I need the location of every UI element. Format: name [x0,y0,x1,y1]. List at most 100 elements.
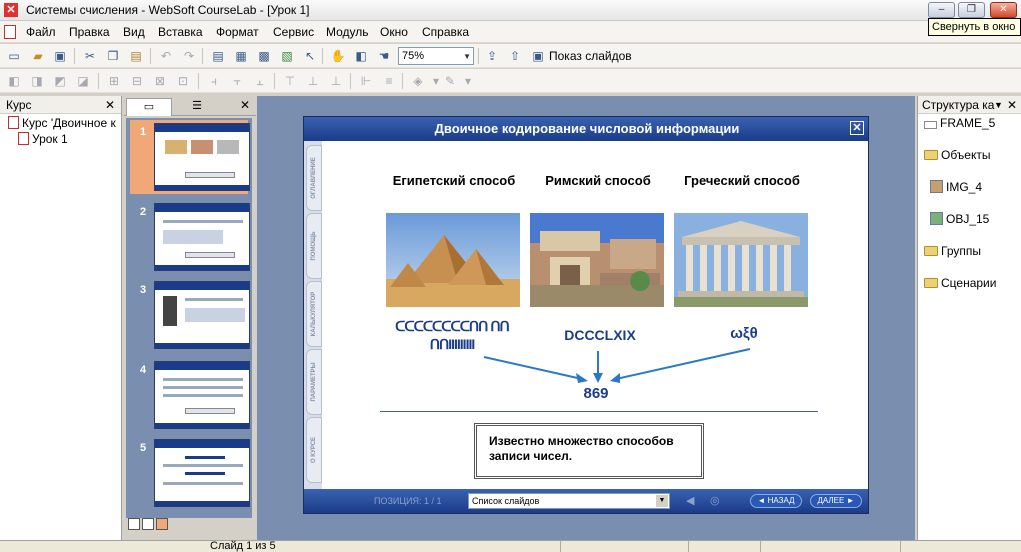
same-height-icon[interactable]: ⊡ [175,73,191,89]
close-button[interactable]: ✕ [990,2,1017,18]
close-icon[interactable]: ✕ [1007,96,1017,114]
export-icon[interactable]: ⇪ [484,48,500,64]
chevron-down-icon: ▼ [463,52,471,61]
group-icon[interactable]: ⊥ [328,73,344,89]
picture-icon[interactable]: ▩ [256,48,272,64]
snap-right-icon[interactable]: ⫠ [252,73,268,89]
slide-list-select[interactable]: Список слайдов ▼ [468,493,670,509]
course-panel-header: Курс ✕ [0,96,121,114]
menu-insert[interactable]: Вставка [158,25,203,39]
new-icon[interactable]: ▭ [6,48,22,64]
align-top-icon[interactable]: ◪ [75,73,91,89]
view-slides-icon[interactable] [156,518,168,530]
object-icon [930,212,943,225]
window-title: Системы счисления - WebSoft CourseLab - … [26,3,310,17]
structure-item[interactable]: OBJ_15 [930,212,989,226]
view-normal-icon[interactable] [128,518,140,530]
slideshow-icon[interactable]: ▣ [530,48,546,64]
sound-icon[interactable]: ◀ [686,494,694,507]
menu-window[interactable]: Окно [380,25,408,39]
back-button[interactable]: ◄ НАЗАД [750,494,802,508]
structure-panel-title: Структура ка [922,98,995,112]
tree-item-lesson[interactable]: Урок 1 [18,132,68,146]
space-v-icon[interactable]: ≡ [381,73,397,89]
next-button[interactable]: ДАЛЕЕ ► [810,494,862,508]
paste-icon[interactable]: ▤ [128,48,144,64]
cut-icon[interactable]: ✂ [82,48,98,64]
save-icon[interactable]: ▣ [52,48,68,64]
structure-item[interactable]: Сценарии [924,276,996,290]
structure-item[interactable]: Объекты [924,148,991,162]
send-back-icon[interactable]: ⊥ [305,73,321,89]
close-icon[interactable]: ✕ [105,96,115,114]
structure-item[interactable]: Группы [924,244,981,258]
restore-button[interactable]: ❐ [958,2,985,18]
chevron-down-icon[interactable]: ▾ [460,73,476,89]
chevron-down-icon[interactable]: ▼ [994,96,1003,114]
app-icon: ✕ [4,3,18,17]
menu-module[interactable]: Модуль [326,25,369,39]
bring-front-icon[interactable]: ⊤ [282,73,298,89]
slide-thumb-item[interactable]: 4 [130,358,250,432]
zoom-value: 75% [402,50,425,62]
slide-position: ПОЗИЦИЯ: 1 / 1 [374,496,442,506]
audio-wave-icon[interactable]: ◎ [710,494,720,507]
image-icon[interactable]: ▦ [233,48,249,64]
slide-thumbnail [154,203,250,271]
snap-center-icon[interactable]: ⫟ [229,73,245,89]
structure-item[interactable]: IMG_4 [930,180,982,194]
text-box-icon[interactable]: ▤ [210,48,226,64]
slide-thumb-item[interactable]: 5 [130,436,250,510]
slide-thumb-item[interactable]: 2 [130,200,250,274]
slide-editor: Двоичное кодирование числовой информации… [257,96,915,540]
show-slides-button[interactable]: Показ слайдов [549,49,632,63]
slide-thumb-item[interactable]: 3 [130,278,250,352]
zoom-select[interactable]: 75% ▼ [398,47,474,65]
copy-icon[interactable]: ❐ [105,48,121,64]
open-icon[interactable]: ▰ [30,48,46,64]
distribute-v-icon[interactable]: ⊟ [129,73,145,89]
distribute-h-icon[interactable]: ⊞ [106,73,122,89]
same-width-icon[interactable]: ⊠ [152,73,168,89]
line-color-icon[interactable]: ✎ [442,73,458,89]
space-h-icon[interactable]: ⊩ [358,73,374,89]
folder-icon [924,150,938,160]
menu-view[interactable]: Вид [123,25,145,39]
slide-canvas[interactable]: Двоичное кодирование числовой информации… [303,116,869,514]
menu-file[interactable]: Файл [26,25,56,39]
slide-list: 1 2 3 4 5 [126,118,252,518]
document-icon[interactable] [4,25,16,39]
lesson-icon [18,132,29,145]
align-right-icon[interactable]: ◩ [52,73,68,89]
action-icon[interactable]: ✋ [330,48,346,64]
menu-format[interactable]: Формат [216,25,259,39]
structure-panel-header: Структура ка ▼ ✕ [918,96,1021,114]
restore-tooltip: Свернуть в окно [928,18,1021,36]
view-sorter-icon[interactable] [142,518,154,530]
menu-tools[interactable]: Сервис [273,25,314,39]
snap-left-icon[interactable]: ⫞ [206,73,222,89]
flash-icon[interactable]: ▧ [279,48,295,64]
tab-slides[interactable]: ▭ [126,98,172,116]
hand-icon[interactable]: ☚ [376,48,392,64]
tab-outline[interactable]: ☰ [174,98,220,116]
minimize-button[interactable]: – [928,2,955,18]
pointer-icon[interactable]: ↖ [302,48,318,64]
slide-thumbnail [154,361,250,429]
structure-item[interactable]: FRAME_5 [924,116,995,130]
alignment-toolbar: ◧ ◨ ◩ ◪ ⊞ ⊟ ⊠ ⊡ ⫞ ⫟ ⫠ ⊤ ⊥ ⊥ ⊩ ≡ ◈ ▾ ✎ ▾ [0,69,1021,93]
slides-view-switcher [128,518,170,533]
align-left-icon[interactable]: ◧ [6,73,22,89]
standard-toolbar: ▭ ▰ ▣ ✂ ❐ ▤ ↶ ↷ ▤ ▦ ▩ ▧ ↖ ✋ ◧ ☚ 75% ▼ ⇪ … [0,44,1021,68]
tree-item-course[interactable]: Курс 'Двоичное к [8,116,116,130]
menu-edit[interactable]: Правка [69,25,110,39]
redo-icon[interactable]: ↷ [181,48,197,64]
menu-help[interactable]: Справка [422,25,469,39]
undo-icon[interactable]: ↶ [158,48,174,64]
align-center-icon[interactable]: ◨ [29,73,45,89]
fill-color-icon[interactable]: ◈ [410,73,426,89]
publish-icon[interactable]: ⇧ [507,48,523,64]
close-icon[interactable]: ✕ [240,98,250,112]
layers-icon[interactable]: ◧ [353,48,369,64]
slide-thumb-item[interactable]: 1 [130,120,250,194]
